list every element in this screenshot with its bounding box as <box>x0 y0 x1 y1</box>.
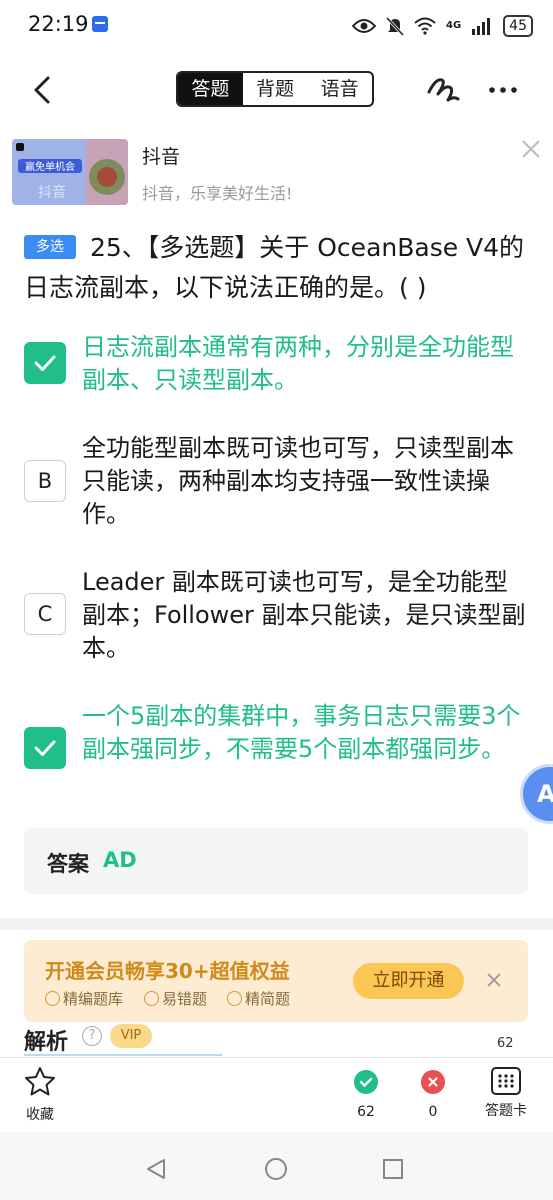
ad-thumb-logo: 抖音 <box>38 184 66 201</box>
check-circle-icon <box>227 991 242 1006</box>
more-icon[interactable] <box>488 78 518 102</box>
vip-feature-label: 易错题 <box>162 990 208 1008</box>
option-b-text[interactable]: 全功能型副本既可读也可写，只读型副本只能读，两种副本均支持强一致性读操作。 <box>82 432 528 531</box>
home-circle-icon[interactable] <box>264 1157 288 1181</box>
vip-open-button[interactable]: 立即开通 <box>353 963 464 999</box>
scribble-icon[interactable] <box>424 72 462 108</box>
status-icons: 4G 45 <box>352 14 533 38</box>
option-a-text[interactable]: 日志流副本通常有两种，分别是全功能型副本、只读型副本。 <box>82 331 528 397</box>
option-c-checkbox[interactable]: C <box>24 593 66 635</box>
ad-subtitle: 抖音，乐享美好生活! <box>142 184 293 203</box>
tab-memorize[interactable]: 背题 <box>243 73 308 105</box>
question-text: 25、【多选题】关于 OceanBase V4的日志流副本，以下说法正确的是。(… <box>24 233 525 302</box>
recents-square-icon[interactable] <box>382 1158 404 1180</box>
status-time: 22:19 <box>28 12 89 36</box>
app-notification-icon <box>92 16 108 32</box>
help-icon[interactable]: ? <box>82 1026 102 1046</box>
network-type: 4G <box>446 20 462 31</box>
favorite-label: 收藏 <box>26 1107 54 1123</box>
option-c-text[interactable]: Leader 副本既可读也可写，是全功能型副本；Follower 副本只能读，是… <box>82 566 528 665</box>
signal-icon <box>472 18 491 35</box>
check-circle-icon <box>354 1070 378 1094</box>
option-a-checkbox[interactable] <box>24 342 66 384</box>
answer-card-label: 答题卡 <box>485 1103 527 1119</box>
bottom-toolbar: 收藏 62 0 答题卡 <box>0 1057 553 1133</box>
answer-label: 答案 <box>47 852 89 876</box>
battery-indicator: 45 <box>503 15 533 37</box>
mode-tabs: 答题 背题 语音 <box>176 71 374 107</box>
ad-thumb-text: 赢免单机会 <box>25 160 75 173</box>
floating-assistant-button[interactable]: A <box>520 764 553 824</box>
favorite-button[interactable]: 收藏 <box>20 1066 60 1124</box>
check-circle-icon <box>144 991 159 1006</box>
wrong-count[interactable]: 0 <box>413 1070 453 1120</box>
status-bar: 22:19 4G 45 <box>0 0 553 52</box>
correct-count[interactable]: 62 <box>346 1070 386 1120</box>
check-circle-icon <box>45 991 60 1006</box>
vip-feature-label: 精编题库 <box>63 990 124 1008</box>
answer-card-button[interactable]: 答题卡 <box>478 1066 534 1120</box>
star-icon <box>25 1067 55 1096</box>
total-questions: 62 <box>497 1036 514 1051</box>
correct-count-value: 62 <box>357 1104 375 1120</box>
answer-value: AD <box>103 848 137 872</box>
wrong-count-value: 0 <box>428 1104 438 1120</box>
ad-title[interactable]: 抖音 <box>142 142 180 169</box>
mute-icon <box>386 16 404 36</box>
vip-title: 开通会员畅享30+超值权益 <box>45 959 290 983</box>
option-d-checkbox[interactable] <box>24 727 66 769</box>
vip-feature: 易错题 <box>144 988 207 1009</box>
close-icon[interactable] <box>520 138 542 160</box>
vip-badge: VIP <box>110 1024 152 1048</box>
x-circle-icon <box>421 1070 445 1094</box>
option-b-checkbox[interactable]: B <box>24 460 66 502</box>
eye-icon <box>352 19 376 33</box>
vip-feature-label: 精简题 <box>245 990 291 1008</box>
answer-box: 答案 AD <box>24 828 528 894</box>
close-icon[interactable] <box>486 972 502 988</box>
back-arrow-icon[interactable] <box>24 70 64 110</box>
check-icon <box>34 355 56 371</box>
tab-voice[interactable]: 语音 <box>307 73 372 105</box>
system-navigation-bar <box>0 1132 553 1200</box>
vip-banner[interactable]: 开通会员畅享30+超值权益 精编题库 易错题 精简题 立即开通 <box>24 940 528 1022</box>
tab-answer[interactable]: 答题 <box>178 73 243 105</box>
analysis-title: 解析 <box>24 1030 69 1055</box>
check-icon <box>34 740 56 756</box>
ad-thumbnail[interactable]: 赢免单机会 抖音 <box>12 139 128 205</box>
vip-feature: 精简题 <box>227 988 290 1009</box>
option-d-text[interactable]: 一个5副本的集群中，事务日志只需要3个副本强同步，不需要5个副本都强同步。 <box>82 700 528 766</box>
section-divider <box>0 918 553 930</box>
progress-bar <box>24 1054 222 1056</box>
back-triangle-icon[interactable] <box>144 1157 168 1181</box>
wifi-icon <box>414 17 436 35</box>
vip-feature: 精编题库 <box>45 988 123 1009</box>
grid-card-icon <box>491 1067 521 1095</box>
